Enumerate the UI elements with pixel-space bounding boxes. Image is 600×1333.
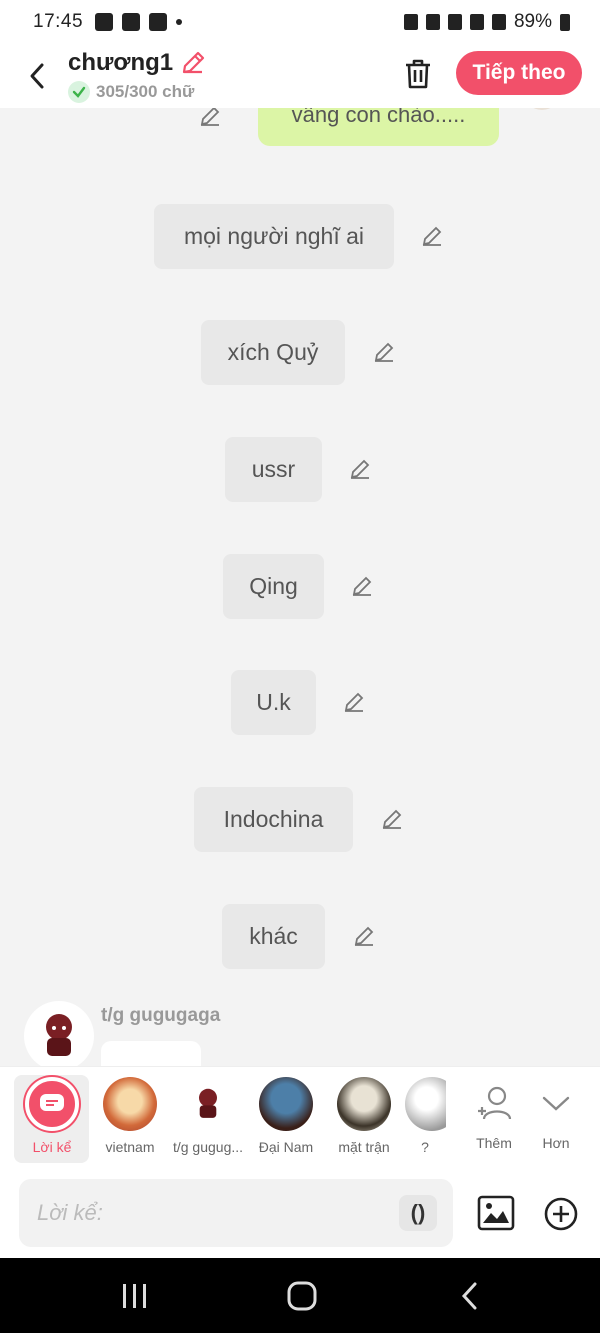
- add-button[interactable]: [544, 1197, 578, 1231]
- character-avatar[interactable]: [24, 1001, 94, 1066]
- signal-icon: [469, 14, 484, 30]
- pencil-icon[interactable]: [179, 49, 207, 77]
- battery-percent: 89%: [513, 11, 552, 32]
- wifi-icon: [447, 14, 462, 30]
- word-count: 305/300 chữ: [96, 82, 195, 101]
- selector-label: t/g gugug...: [172, 1139, 244, 1155]
- edit-pencil-icon[interactable]: [198, 108, 222, 128]
- check-icon: [68, 81, 90, 103]
- selector-label: Hơn: [542, 1135, 570, 1151]
- selector-item-narration[interactable]: Lời kể: [14, 1075, 90, 1163]
- selector-item-unknown[interactable]: ?: [404, 1075, 446, 1163]
- selector-item-dai-nam[interactable]: Đại Nam: [248, 1075, 324, 1163]
- avatar: [103, 1077, 157, 1131]
- avatar[interactable]: [524, 108, 560, 110]
- narration-bubble[interactable]: Indochina: [194, 787, 353, 852]
- more-button[interactable]: Hơn: [518, 1075, 594, 1163]
- status-time: 17:45: [33, 11, 84, 32]
- narration-bubble[interactable]: khác: [222, 904, 325, 969]
- editor-header: chương1 305/300 chữ Tiếp theo: [0, 44, 600, 108]
- back-nav-icon: [461, 1282, 477, 1310]
- plus-circle-icon: [544, 1197, 578, 1231]
- mute-icon: [425, 14, 440, 30]
- edit-pencil-icon[interactable]: [350, 574, 374, 598]
- avatar: [181, 1077, 235, 1131]
- battery-icon: [560, 13, 570, 31]
- dot-icon: [176, 19, 183, 25]
- edit-pencil-icon[interactable]: [372, 340, 396, 364]
- narration-bubble[interactable]: Qing: [223, 554, 324, 619]
- selector-label: ?: [421, 1139, 429, 1155]
- system-nav-bar: [0, 1258, 600, 1333]
- chat-icon: [40, 1094, 64, 1111]
- narration-input[interactable]: [37, 1200, 377, 1226]
- back-arrow-icon: [30, 63, 44, 89]
- back-button[interactable]: [12, 51, 62, 101]
- message-bubble[interactable]: vâng con chào.....: [258, 108, 499, 146]
- recent-apps-icon: [123, 1284, 146, 1308]
- image-button[interactable]: [477, 1195, 515, 1231]
- character-icon: [46, 1014, 72, 1056]
- parentheses-button[interactable]: (): [399, 1195, 437, 1231]
- chapter-title: chương1: [68, 49, 174, 76]
- selector-label: vietnam: [105, 1139, 155, 1155]
- narration-bubble[interactable]: mọi người nghĩ ai: [154, 204, 394, 269]
- back-nav-button[interactable]: [450, 1280, 490, 1312]
- edit-pencil-icon[interactable]: [420, 224, 444, 248]
- trash-icon: [406, 59, 430, 89]
- status-bar: 17:45 89%: [0, 0, 600, 44]
- next-button[interactable]: Tiếp theo: [456, 51, 582, 95]
- narration-bubble[interactable]: U.k: [231, 670, 316, 735]
- recent-apps-button[interactable]: [115, 1280, 155, 1312]
- selector-item-vietnam[interactable]: vietnam: [92, 1075, 168, 1163]
- lock-icon: [403, 14, 418, 30]
- selector-item-tg-gugugaga[interactable]: t/g gugug...: [170, 1075, 246, 1163]
- delete-button[interactable]: [398, 54, 438, 94]
- narration-bubble[interactable]: ussr: [225, 437, 322, 502]
- home-button[interactable]: [282, 1280, 322, 1312]
- avatar: [405, 1077, 446, 1131]
- selector-label: Lời kể: [32, 1139, 72, 1155]
- character-name: t/g gugugaga: [101, 1005, 221, 1026]
- avatar: [337, 1077, 391, 1131]
- selector-label: Đại Nam: [258, 1139, 314, 1155]
- shopping-bag-icon: [95, 13, 114, 31]
- avatar: [259, 1077, 313, 1131]
- chevron-down-icon: [542, 1096, 570, 1111]
- message-bubble[interactable]: [101, 1041, 201, 1066]
- home-icon: [287, 1281, 317, 1311]
- edit-pencil-icon[interactable]: [342, 690, 366, 714]
- character-selector: Lời kể vietnam t/g gugug... Đại Nam mặt …: [0, 1066, 600, 1170]
- selector-label: mặt trận: [338, 1139, 390, 1155]
- input-bar: (): [0, 1170, 600, 1258]
- edit-pencil-icon[interactable]: [380, 807, 404, 831]
- call-signal-icon: [491, 14, 506, 30]
- edit-pencil-icon[interactable]: [348, 457, 372, 481]
- edit-pencil-icon[interactable]: [352, 924, 376, 948]
- narration-bubble[interactable]: xích Quỷ: [201, 320, 345, 385]
- add-person-icon: [478, 1086, 512, 1120]
- message-icon: [149, 13, 168, 31]
- facebook-icon: [122, 13, 141, 31]
- image-icon: [477, 1195, 515, 1231]
- narration-input-box: (): [19, 1179, 453, 1247]
- selector-label: Thêm: [476, 1135, 512, 1151]
- selector-item-mat-tran[interactable]: mặt trận: [326, 1075, 402, 1163]
- chat-area[interactable]: vâng con chào..... mọi người nghĩ ai xíc…: [0, 108, 600, 1066]
